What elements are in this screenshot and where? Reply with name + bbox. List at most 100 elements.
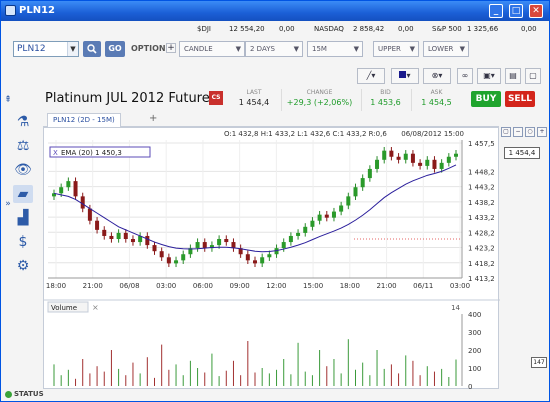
scales-icon[interactable]: ⚖ xyxy=(13,137,33,155)
candle-body xyxy=(410,153,415,163)
volume-value-marker: 147 xyxy=(531,357,547,368)
zoom-out-icon[interactable]: − xyxy=(513,127,523,137)
ticker-change: 0,00 xyxy=(398,25,414,33)
candle-body xyxy=(260,257,265,264)
candle-body xyxy=(317,214,322,221)
add-tab-icon[interactable]: + xyxy=(149,113,157,124)
volume-panel-number: 14 xyxy=(451,304,460,312)
candle-body xyxy=(310,220,315,227)
minimize-button[interactable]: _ xyxy=(489,4,503,18)
line-style-icon[interactable]: ╱▾ xyxy=(357,68,385,84)
interval-select[interactable]: 15M ▼ xyxy=(307,41,363,57)
candle-body xyxy=(303,226,308,233)
candle-body xyxy=(195,242,200,249)
candle-body xyxy=(152,245,157,252)
gear-icon[interactable]: ⚙ xyxy=(13,257,33,275)
window-title: PLN12 xyxy=(19,5,55,16)
candle-body xyxy=(367,168,372,179)
last-value: 1 454,4 xyxy=(238,98,270,107)
candle-body xyxy=(245,254,250,261)
chevron-down-icon[interactable]: ▼ xyxy=(67,42,78,56)
color-picker-icon[interactable]: ▾ xyxy=(391,68,419,84)
dollar-icon[interactable]: $ xyxy=(13,233,33,251)
candle-body xyxy=(360,178,365,188)
app-icon xyxy=(5,5,16,16)
candle-body xyxy=(432,159,437,169)
candle-body xyxy=(174,260,179,264)
candle-body xyxy=(267,254,272,258)
upper-indicator-select[interactable]: UPPER ▼ xyxy=(373,41,419,57)
bar-chart-icon[interactable]: ▟ xyxy=(13,209,33,227)
ema-close-icon: X xyxy=(53,149,58,157)
search-icon xyxy=(87,44,97,54)
upper-value: UPPER xyxy=(378,45,401,53)
layout-icon[interactable]: ▤ xyxy=(505,68,521,84)
last-quote: LAST 1 454,4 xyxy=(229,89,279,111)
fit-icon[interactable]: ▢ xyxy=(501,127,511,137)
link-icon[interactable]: ∞ xyxy=(457,68,473,84)
chart-type-value: CANDLE xyxy=(184,45,213,53)
time-tick-label: 06:00 xyxy=(193,282,213,290)
candle-body xyxy=(288,235,293,243)
save-icon[interactable]: ▣▾ xyxy=(477,68,501,84)
candle-body xyxy=(281,242,286,249)
chart-area[interactable]: 1 457,5 1 448,2 1 443,2 1 438,2 1 433,2 1 428… xyxy=(43,127,500,391)
main-toolbar: PLN12 ▼ GO OPTION + CANDLE ▼ 2 DAYS ▼ 15M ▼… xyxy=(9,41,545,59)
plus-icon[interactable]: + xyxy=(166,43,176,53)
candle-body xyxy=(375,159,380,169)
candle-body xyxy=(439,162,444,169)
candle-body xyxy=(425,159,430,166)
tab-chart[interactable]: PLN12 (2D - 15M) xyxy=(47,113,121,127)
expand-icon[interactable]: » xyxy=(3,195,13,213)
price-tick-label: 1 433,2 xyxy=(468,214,495,222)
microscope-icon[interactable]: ⚗ xyxy=(13,113,33,131)
candle-body xyxy=(145,235,150,246)
candle-body xyxy=(73,181,78,197)
status-label: STATUS xyxy=(14,390,44,398)
price-tick-label: 1 457,5 xyxy=(468,140,495,148)
last-label: LAST xyxy=(246,89,262,96)
search-button[interactable] xyxy=(83,41,101,57)
volume-label: Volume xyxy=(51,304,77,312)
zoom-fit-icon[interactable]: ○ xyxy=(525,127,535,137)
candle-body xyxy=(224,239,229,243)
go-button[interactable]: GO xyxy=(105,41,125,57)
candle-body xyxy=(217,239,222,246)
candle-body xyxy=(396,156,401,160)
volume-tick-label: 400 xyxy=(468,311,481,319)
option-label: OPTION xyxy=(131,44,166,53)
lower-indicator-select[interactable]: LOWER ▼ xyxy=(423,41,469,57)
close-button[interactable]: ✕ xyxy=(529,4,543,18)
ask-label: ASK xyxy=(430,89,443,96)
window-icon[interactable]: ▢ xyxy=(525,68,541,84)
maximize-button[interactable]: □ xyxy=(509,4,523,18)
candle-body xyxy=(116,232,121,240)
chart-zoom-tools: ▢ − ○ + xyxy=(501,127,547,141)
candle-body xyxy=(454,153,458,157)
chevron-down-icon: ▼ xyxy=(409,45,415,53)
ohlc-readout: O:1 432,8 H:1 433,2 L:1 432,6 C:1 433,2 … xyxy=(224,130,387,138)
chart-type-select[interactable]: CANDLE ▼ xyxy=(179,41,245,57)
cs-icon[interactable]: CS xyxy=(209,91,223,105)
time-tick-label: 18:00 xyxy=(340,282,360,290)
time-tick-label: 21:00 xyxy=(376,282,396,290)
price-chart-svg[interactable]: 1 457,5 1 448,2 1 443,2 1 438,2 1 433,2 1 428… xyxy=(44,128,500,391)
briefcase-icon[interactable]: ▰ xyxy=(13,185,33,203)
market-ticker: $DJI 12 554,20 0,00 NASDAQ 2 858,42 0,00… xyxy=(1,25,549,37)
time-tick-label: 21:00 xyxy=(83,282,103,290)
ticker-change: 0,00 xyxy=(279,25,295,33)
candle-body xyxy=(324,214,329,218)
symbol-input[interactable]: PLN12 ▼ xyxy=(13,41,79,57)
buy-button[interactable]: BUY xyxy=(471,91,501,107)
sell-button[interactable]: SELL xyxy=(505,91,535,107)
candle-body xyxy=(123,232,128,240)
zoom-in-icon[interactable]: + xyxy=(537,127,547,137)
chart-tabs: PLN12 (2D - 15M) + xyxy=(43,113,499,127)
crosshair-icon[interactable]: ⊗▾ xyxy=(423,68,451,84)
collapse-icon[interactable]: ⇞ xyxy=(3,91,13,109)
change-value: +29,3 (+2,06%) xyxy=(286,98,353,107)
candle-body xyxy=(296,232,301,236)
time-tick-label: 03:00 xyxy=(450,282,470,290)
eye-icon[interactable]: 👁 xyxy=(13,161,33,179)
period-select[interactable]: 2 DAYS ▼ xyxy=(245,41,303,57)
